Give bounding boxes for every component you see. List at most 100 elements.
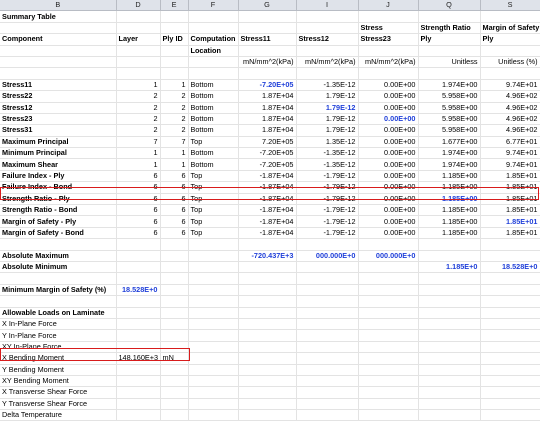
data-cell[interactable]: -1.79E-12 bbox=[296, 181, 359, 194]
empty-cell[interactable] bbox=[116, 341, 161, 354]
empty-cell[interactable] bbox=[296, 386, 359, 399]
component-label[interactable]: Stress12 bbox=[0, 102, 117, 114]
empty-cell[interactable] bbox=[188, 238, 239, 251]
empty-cell[interactable] bbox=[188, 318, 239, 331]
empty-cell[interactable] bbox=[358, 341, 419, 354]
abs-max-label[interactable]: Absolute Maximum bbox=[0, 250, 117, 263]
data-cell[interactable]: 2 bbox=[116, 113, 161, 126]
empty-cell[interactable] bbox=[296, 318, 359, 331]
empty-cell[interactable] bbox=[418, 341, 481, 354]
empty-cell[interactable] bbox=[238, 398, 297, 411]
empty-cell[interactable] bbox=[480, 295, 540, 308]
empty-cell[interactable] bbox=[296, 364, 359, 376]
data-cell[interactable]: Top bbox=[188, 181, 239, 194]
data-cell[interactable]: 0.00E+00 bbox=[358, 90, 419, 103]
empty-cell[interactable] bbox=[480, 409, 540, 422]
empty-cell[interactable] bbox=[188, 364, 239, 376]
empty-cell[interactable] bbox=[296, 329, 359, 342]
data-cell[interactable]: Bottom bbox=[188, 113, 239, 126]
data-cell[interactable]: 0.00E+00 bbox=[358, 102, 419, 114]
empty-cell[interactable] bbox=[480, 67, 540, 80]
empty-cell[interactable] bbox=[296, 10, 359, 23]
data-cell[interactable]: 6 bbox=[160, 204, 189, 217]
empty-cell[interactable] bbox=[480, 238, 540, 251]
data-cell[interactable]: Bottom bbox=[188, 124, 239, 137]
data-cell[interactable]: 1.85E+01 bbox=[480, 215, 540, 228]
empty-cell[interactable] bbox=[188, 284, 239, 297]
header-cell[interactable] bbox=[160, 22, 189, 35]
data-cell[interactable]: Top bbox=[188, 227, 239, 240]
empty-cell[interactable] bbox=[418, 238, 481, 251]
header-cell[interactable] bbox=[238, 45, 297, 57]
load-label[interactable]: X Bending Moment bbox=[0, 352, 117, 365]
data-cell[interactable]: 4.96E+02 bbox=[480, 102, 540, 114]
data-cell[interactable]: 0.00E+00 bbox=[358, 181, 419, 194]
data-cell[interactable]: 1.85E+01 bbox=[480, 204, 540, 217]
data-cell[interactable]: Top bbox=[188, 215, 239, 228]
load-label[interactable]: Y Transverse Shear Force bbox=[0, 398, 117, 411]
empty-cell[interactable] bbox=[480, 398, 540, 411]
data-cell[interactable]: 1.85E+01 bbox=[480, 193, 540, 206]
empty-cell[interactable] bbox=[188, 295, 239, 308]
empty-cell[interactable] bbox=[480, 386, 540, 399]
header-cell[interactable]: Strength Ratio bbox=[418, 22, 481, 35]
data-cell[interactable]: 5.958E+00 bbox=[418, 113, 481, 126]
header-cell[interactable] bbox=[0, 45, 117, 57]
column-header-i[interactable]: I bbox=[296, 0, 359, 12]
column-header-b[interactable]: B bbox=[0, 0, 117, 12]
data-cell[interactable]: -1.87E+04 bbox=[238, 215, 297, 228]
component-label[interactable]: Stress31 bbox=[0, 124, 117, 137]
empty-cell[interactable] bbox=[358, 318, 419, 331]
data-cell[interactable]: 9.74E+01 bbox=[480, 147, 540, 160]
column-header-s[interactable]: S bbox=[480, 0, 540, 12]
data-cell[interactable]: Bottom bbox=[188, 90, 239, 103]
header-cell[interactable] bbox=[238, 22, 297, 35]
data-cell[interactable]: 0.00E+00 bbox=[358, 193, 419, 206]
data-cell[interactable]: 2 bbox=[160, 124, 189, 137]
empty-cell[interactable] bbox=[188, 398, 239, 411]
data-cell[interactable]: Bottom bbox=[188, 158, 239, 171]
data-cell[interactable]: 1.185E+00 bbox=[418, 170, 481, 183]
x-bending-value[interactable]: 148.160E+3 bbox=[116, 352, 161, 365]
empty-cell[interactable] bbox=[160, 67, 189, 80]
column-header-j[interactable]: J bbox=[358, 0, 419, 12]
header-cell[interactable]: Stress12 bbox=[296, 33, 359, 46]
empty-cell[interactable] bbox=[188, 307, 239, 319]
empty-cell[interactable] bbox=[480, 364, 540, 376]
abs-max-g[interactable]: -720.437E+3 bbox=[238, 250, 297, 263]
data-cell[interactable]: 0.00E+00 bbox=[358, 215, 419, 228]
load-label[interactable]: Y In-Plane Force bbox=[0, 329, 117, 342]
load-label[interactable]: Delta Temperature bbox=[0, 409, 117, 422]
data-cell[interactable]: -1.79E-12 bbox=[296, 170, 359, 183]
header-cell[interactable] bbox=[0, 56, 117, 69]
empty-cell[interactable] bbox=[296, 261, 359, 274]
empty-cell[interactable] bbox=[188, 10, 239, 23]
data-cell[interactable]: 6 bbox=[116, 227, 161, 240]
data-cell[interactable]: 1.87E+04 bbox=[238, 102, 297, 114]
min-margin-value[interactable]: 18.528E+0 bbox=[116, 284, 161, 297]
header-cell[interactable]: Computation bbox=[188, 33, 239, 46]
empty-cell[interactable] bbox=[238, 318, 297, 331]
data-cell[interactable]: 6 bbox=[160, 227, 189, 240]
empty-cell[interactable] bbox=[480, 341, 540, 354]
empty-cell[interactable] bbox=[116, 238, 161, 251]
header-cell[interactable]: Unitless (%) bbox=[480, 56, 540, 69]
empty-cell[interactable] bbox=[358, 352, 419, 365]
data-cell[interactable]: 1 bbox=[160, 147, 189, 160]
data-cell[interactable]: 5.958E+00 bbox=[418, 90, 481, 103]
empty-cell[interactable] bbox=[480, 307, 540, 319]
empty-cell[interactable] bbox=[238, 238, 297, 251]
empty-cell[interactable] bbox=[238, 295, 297, 308]
data-cell[interactable]: 6 bbox=[160, 193, 189, 206]
empty-cell[interactable] bbox=[160, 318, 189, 331]
empty-cell[interactable] bbox=[418, 364, 481, 376]
empty-cell[interactable] bbox=[296, 67, 359, 80]
data-cell[interactable]: 1.185E+00 bbox=[418, 204, 481, 217]
header-cell[interactable] bbox=[0, 22, 117, 35]
empty-cell[interactable] bbox=[238, 272, 297, 285]
empty-cell[interactable] bbox=[0, 272, 117, 285]
data-cell[interactable]: 6 bbox=[160, 170, 189, 183]
empty-cell[interactable] bbox=[418, 67, 481, 80]
empty-cell[interactable] bbox=[116, 10, 161, 23]
component-label[interactable]: Stress11 bbox=[0, 79, 117, 92]
